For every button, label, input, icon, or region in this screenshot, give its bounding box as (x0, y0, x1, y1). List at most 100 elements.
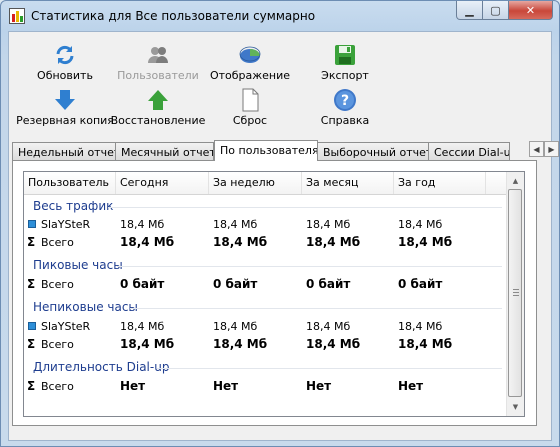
arrow-up-icon: ▲ (512, 176, 519, 185)
group-divider (157, 368, 502, 369)
value-week: 18,4 Мб (213, 320, 258, 333)
value-today: 18,4 Мб (120, 320, 165, 333)
backup-button[interactable]: Резервная копия (15, 88, 115, 127)
table-row[interactable]: SlaYSteR 18,4 Мб 18,4 Мб 18,4 Мб 18,4 Мб (24, 216, 508, 233)
maximize-icon: ▢ (490, 3, 501, 17)
total-label: Всего (41, 236, 74, 249)
restore-button[interactable]: Восстановление (108, 88, 208, 127)
column-header-month[interactable]: За месяц (302, 172, 394, 194)
users-icon (146, 43, 170, 67)
users-label: Пользователи (117, 69, 199, 82)
table-row-total[interactable]: Σ Всего Нет Нет Нет Нет (24, 378, 508, 395)
scrollbar-thumb[interactable] (508, 189, 522, 397)
value-today: 18,4 Мб (120, 218, 165, 231)
value-today: Нет (120, 379, 146, 393)
column-header-year[interactable]: За год (394, 172, 486, 194)
column-header-today[interactable]: Сегодня (116, 172, 209, 194)
list-header: Пользователь Сегодня За неделю За месяц … (24, 172, 508, 195)
tab-monthly-report[interactable]: Месячный отчет (115, 142, 214, 160)
value-week: Нет (213, 379, 239, 393)
close-icon: ✕ (525, 3, 536, 17)
arrow-left-icon: ◀ (533, 144, 540, 154)
user-name: SlaYSteR (41, 320, 91, 333)
display-label: Отображение (209, 69, 291, 82)
grip-line (513, 289, 519, 290)
column-header-user[interactable]: Пользователь (24, 172, 116, 194)
value-month: 18,4 Мб (306, 218, 351, 231)
tab-scroll: ◀ ▶ (529, 141, 559, 157)
grip-line (513, 292, 519, 293)
export-button[interactable]: Экспорт (295, 43, 395, 82)
table-row-total[interactable]: Σ Всего 0 байт 0 байт 0 байт 0 байт (24, 276, 508, 293)
value-month: 18,4 Мб (306, 235, 361, 249)
total-label: Всего (41, 380, 74, 393)
scroll-down-button[interactable]: ▼ (507, 398, 524, 415)
title-bar: Статистика для Все пользователи суммарно… (1, 1, 559, 31)
group-divider (117, 266, 502, 267)
value-today: 18,4 Мб (120, 235, 175, 249)
blank-document-icon (238, 88, 262, 112)
value-year: 18,4 Мб (398, 235, 453, 249)
save-icon (333, 43, 357, 67)
tab-by-users[interactable]: По пользователям (214, 140, 318, 161)
table-row-total[interactable]: Σ Всего 18,4 Мб 18,4 Мб 18,4 Мб 18,4 Мб (24, 234, 508, 251)
tab-custom-report[interactable]: Выборочный отчет (317, 142, 429, 160)
export-label: Экспорт (321, 69, 369, 82)
value-week: 0 байт (213, 277, 258, 291)
minimize-icon: ▁ (465, 3, 474, 17)
value-year: 18,4 Мб (398, 337, 453, 351)
restore-label: Восстановление (110, 114, 206, 127)
value-week: 18,4 Мб (213, 218, 258, 231)
user-icon (28, 220, 36, 228)
reset-button[interactable]: Сброс (200, 88, 300, 127)
users-button[interactable]: Пользователи (108, 43, 208, 82)
help-label: Справка (320, 114, 370, 127)
value-year: 18,4 Мб (398, 218, 443, 231)
backup-label: Резервная копия (16, 114, 114, 127)
user-icon (28, 322, 36, 330)
help-icon: ? (333, 88, 357, 112)
total-label: Всего (41, 278, 74, 291)
maximize-button[interactable]: ▢ (483, 1, 509, 20)
close-button[interactable]: ✕ (509, 1, 553, 20)
user-name: SlaYSteR (41, 218, 91, 231)
value-week: 18,4 Мб (213, 337, 268, 351)
scroll-up-button[interactable]: ▲ (507, 172, 524, 189)
table-row-total[interactable]: Σ Всего 18,4 Мб 18,4 Мб 18,4 Мб 18,4 Мб (24, 336, 508, 353)
app-window: Статистика для Все пользователи суммарно… (0, 0, 560, 447)
display-button[interactable]: Отображение (200, 43, 300, 82)
stats-list: Пользователь Сегодня За неделю За месяц … (23, 171, 525, 417)
sigma-icon: Σ (27, 337, 36, 351)
value-year: 0 байт (398, 277, 443, 291)
minimize-button[interactable]: ▁ (456, 1, 483, 20)
value-today: 0 байт (120, 277, 165, 291)
help-button[interactable]: ? Справка (295, 88, 395, 127)
arrow-down-icon: ▼ (512, 402, 519, 411)
refresh-button[interactable]: Обновить (15, 43, 115, 82)
group-divider (130, 308, 502, 309)
group-title-all-traffic: Весь трафик (33, 199, 114, 213)
group-title-dialup-duration: Длительность Dial-up (33, 360, 170, 374)
grip-line (513, 295, 519, 296)
tab-scroll-right-button[interactable]: ▶ (544, 141, 559, 157)
tab-strip: Недельный отчет Месячный отчет По пользо… (12, 140, 526, 161)
vertical-scrollbar[interactable]: ▲ ▼ (506, 172, 524, 416)
app-icon[interactable] (9, 8, 25, 24)
sigma-icon: Σ (27, 277, 36, 291)
tab-dialup-sessions[interactable]: Сессии Dial-up (428, 142, 510, 160)
tab-panel: Пользователь Сегодня За неделю За месяц … (12, 160, 537, 426)
tab-weekly-report[interactable]: Недельный отчет (12, 142, 116, 160)
column-header-week[interactable]: За неделю (209, 172, 302, 194)
value-today: 18,4 Мб (120, 337, 175, 351)
value-year: Нет (398, 379, 424, 393)
download-arrow-icon (53, 88, 77, 112)
table-row[interactable]: SlaYSteR 18,4 Мб 18,4 Мб 18,4 Мб 18,4 Мб (24, 318, 508, 335)
group-title-peak-hours: Пиковые часы (33, 258, 123, 272)
tab-scroll-left-button[interactable]: ◀ (529, 141, 544, 157)
refresh-icon (53, 43, 77, 67)
value-year: 18,4 Мб (398, 320, 443, 333)
refresh-label: Обновить (37, 69, 93, 82)
group-divider (108, 207, 502, 208)
group-title-offpeak-hours: Непиковые часы (33, 300, 138, 314)
display-icon (238, 43, 262, 67)
